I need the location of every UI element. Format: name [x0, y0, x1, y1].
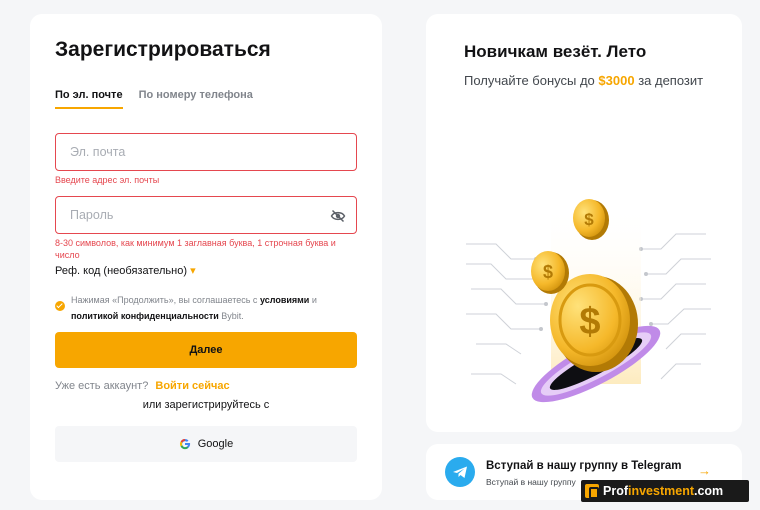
agreement-text-after: Bybit. [221, 311, 244, 321]
password-field-wrapper [55, 196, 357, 234]
email-input[interactable] [56, 134, 356, 170]
watermark-part1: Prof [603, 484, 628, 498]
chevron-down-icon: ▾ [190, 265, 196, 277]
tab-phone[interactable]: По номеру телефона [139, 89, 253, 109]
coin-small-symbol: $ [584, 210, 594, 229]
email-field-wrapper [55, 133, 357, 171]
have-account-text: Уже есть аккаунт? [55, 380, 149, 392]
profinvestment-watermark: Profinvestment.com [581, 480, 749, 502]
promo-text: Получайте бонусы до $3000 за депозит [464, 70, 704, 92]
promo-amount: $3000 [598, 73, 635, 88]
coins-illustration: $ $ $ [466, 199, 711, 403]
form-title: Зарегистрироваться [55, 38, 271, 61]
promo-title: Новичкам везёт. Лето [464, 42, 647, 61]
email-error: Введите адрес эл. почты [55, 175, 160, 185]
next-button[interactable]: Далее [55, 332, 357, 368]
coin-large-symbol: $ [579, 301, 600, 343]
watermark-part2: investment [628, 484, 694, 498]
agreement-row: Нажимая «Продолжить», вы соглашаетесь с … [55, 292, 345, 324]
password-input[interactable] [56, 197, 356, 233]
agreement-checkbox[interactable] [55, 301, 65, 311]
agreement-and: и [311, 295, 317, 305]
agreement-text-before: Нажимая «Продолжить», вы соглашаетесь с [71, 295, 258, 305]
agreement-text: Нажимая «Продолжить», вы соглашаетесь с … [71, 292, 345, 324]
have-account-row: Уже есть аккаунт? Войти сейчас [55, 380, 230, 392]
terms-link[interactable]: условиями [260, 295, 309, 305]
promo-text-before: Получайте бонусы до [464, 73, 595, 88]
referral-label: Реф. код (необязательно) [55, 265, 187, 277]
arrow-right-icon[interactable]: → [698, 463, 711, 478]
password-error: 8-30 символов, как минимум 1 заглавная б… [55, 238, 336, 260]
register-method-tabs: По эл. почте По номеру телефона [55, 89, 253, 109]
google-label: Google [197, 438, 234, 450]
or-register-with: или зарегистрируйтесь с [142, 399, 270, 411]
telegram-title: Вступай в нашу группу в Telegram [486, 460, 682, 472]
google-signup-button[interactable]: Google [55, 426, 357, 462]
referral-code-toggle[interactable]: Реф. код (необязательно) ▾ [55, 264, 196, 277]
login-link[interactable]: Войти сейчас [155, 380, 229, 392]
coin-medium-symbol: $ [543, 262, 553, 282]
watermark-text: Profinvestment.com [603, 484, 723, 498]
promo-text-after: за депозит [638, 73, 704, 88]
telegram-subtitle: Вступай в нашу группу [486, 477, 576, 487]
telegram-icon [445, 457, 475, 487]
eye-slash-icon[interactable] [330, 208, 346, 224]
tab-email[interactable]: По эл. почте [55, 89, 123, 109]
google-icon [179, 438, 190, 450]
watermark-part3: .com [694, 484, 724, 498]
promo-card: Новичкам везёт. Лето Получайте бонусы до… [426, 14, 742, 432]
privacy-link[interactable]: политикой конфиденциальности [71, 311, 219, 321]
profinvestment-logo-icon [585, 484, 599, 499]
registration-card: Зарегистрироваться По эл. почте По номер… [30, 14, 382, 500]
